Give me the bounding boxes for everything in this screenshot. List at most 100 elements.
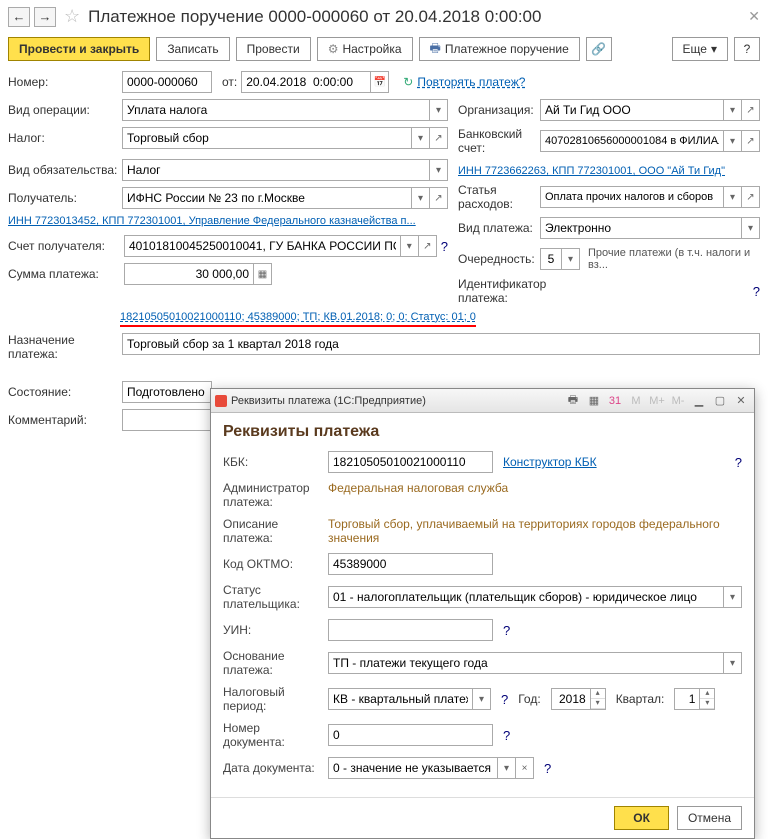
minimize-icon[interactable]: ▁ [690,393,708,409]
kbk-field[interactable] [328,451,493,473]
help-icon[interactable]: ? [753,284,760,299]
link-button[interactable]: 🔗 [586,37,612,61]
id-label: Идентификатор платежа: [458,277,558,305]
close-icon[interactable]: ✕ [748,8,760,25]
calendar-icon[interactable]: 📅 [371,71,389,93]
help-icon[interactable]: ? [441,239,448,254]
open-icon[interactable]: ↗ [742,130,760,152]
chevron-down-icon[interactable]: ▾ [724,652,742,674]
open-icon[interactable]: ↗ [742,186,760,208]
open-icon[interactable]: ↗ [430,187,448,209]
chevron-down-icon[interactable]: ▾ [724,186,742,208]
sum-label: Сумма платежа: [8,267,120,281]
repeat-link[interactable]: Повторять платеж? [417,75,525,89]
post-button[interactable]: Провести [236,37,311,61]
chevron-down-icon[interactable]: ▾ [724,99,742,121]
help-icon[interactable]: ? [503,623,510,638]
nav-back-button[interactable]: ← [8,7,30,27]
purpose-field[interactable] [122,333,760,355]
org-field[interactable] [540,99,724,121]
docnum-field[interactable] [328,724,493,746]
chevron-down-icon[interactable]: ▾ [724,130,742,152]
number-field[interactable] [122,71,212,93]
grid-icon[interactable]: ▦ [585,393,603,409]
tax-field[interactable] [122,127,412,149]
sum-field[interactable] [124,263,254,285]
liability-label: Вид обязательства: [8,163,118,177]
operation-field[interactable] [122,99,430,121]
maximize-icon[interactable]: ▢ [711,393,729,409]
printer-icon: 🖶 [430,39,441,60]
m-icon[interactable]: M [627,393,645,409]
help-icon[interactable]: ? [503,728,510,743]
print-icon[interactable]: 🖶 [564,393,582,409]
open-icon[interactable]: ↗ [430,127,448,149]
chevron-down-icon[interactable]: ▾ [412,127,430,149]
quarter-label: Квартал: [616,692,665,706]
cancel-button[interactable]: Отмена [677,806,742,830]
state-field[interactable] [122,381,212,403]
chevron-down-icon[interactable]: ▾ [430,99,448,121]
year-label: Год: [518,692,540,706]
purpose-label: Назначение платежа: [8,333,118,361]
year-spinner[interactable]: ▴▾ [591,688,606,710]
paytype-field[interactable] [540,217,742,239]
inn-link[interactable]: ИНН 7723662263, КПП 772301001, ООО "Ай Т… [458,165,725,177]
post-and-close-button[interactable]: Провести и закрыть [8,37,150,61]
nav-forward-button[interactable]: → [34,7,56,27]
bank-field[interactable] [540,130,724,152]
chevron-down-icon[interactable]: ▾ [498,757,516,779]
chevron-down-icon[interactable]: ▾ [430,159,448,181]
window-title: Платежное поручение 0000-000060 от 20.04… [88,7,744,27]
open-icon[interactable]: ↗ [419,235,437,257]
help-icon[interactable]: ? [735,455,742,470]
print-button[interactable]: 🖶Платежное поручение [419,37,580,61]
chevron-down-icon[interactable]: ▾ [473,688,491,710]
period-field[interactable] [328,688,473,710]
gear-icon: ⚙ [328,42,339,56]
desc-label: Описание платежа: [223,517,318,545]
kbk-builder-link[interactable]: Конструктор КБК [503,455,597,469]
recipient-account-field[interactable] [124,235,401,257]
uin-field[interactable] [328,619,493,641]
help-button[interactable]: ? [734,37,760,61]
settings-button[interactable]: ⚙Настройка [317,37,413,61]
chevron-down-icon[interactable]: ▾ [401,235,419,257]
expense-field[interactable] [540,186,724,208]
comment-label: Комментарий: [8,413,118,427]
m-plus-icon[interactable]: M+ [648,393,666,409]
repeat-icon[interactable]: ↻ [403,75,413,89]
bank-label: Банковский счет: [458,127,536,155]
chevron-down-icon[interactable]: ▾ [562,248,580,270]
more-button[interactable]: Еще ▾ [672,37,728,61]
comment-field[interactable] [122,409,212,431]
liability-field[interactable] [122,159,430,181]
calendar-icon[interactable]: 31 [606,393,624,409]
date-field[interactable] [241,71,371,93]
quarter-field[interactable] [674,688,700,710]
help-icon[interactable]: ? [501,692,508,707]
ok-button[interactable]: ОК [614,806,669,830]
quarter-spinner[interactable]: ▴▾ [700,688,715,710]
kbk-summary-link[interactable]: 18210505010021000110; 45389000; ТП; КВ.0… [120,311,476,327]
status-field[interactable] [328,586,724,608]
chevron-down-icon[interactable]: ▾ [742,217,760,239]
oktmo-field[interactable] [328,553,493,575]
priority-field[interactable] [540,248,562,270]
help-icon[interactable]: ? [544,761,551,776]
save-button[interactable]: Записать [156,37,229,61]
calculator-icon[interactable]: ▦ [254,263,272,285]
year-field[interactable] [551,688,591,710]
paytype-label: Вид платежа: [458,221,536,235]
chevron-down-icon[interactable]: ▾ [724,586,742,608]
treasury-link[interactable]: ИНН 7723013452, КПП 772301001, Управлени… [8,215,416,227]
close-icon[interactable]: ✕ [732,393,750,409]
docdate-field[interactable] [328,757,498,779]
clear-icon[interactable]: × [516,757,534,779]
favorite-star-icon[interactable]: ☆ [64,6,80,27]
chevron-down-icon[interactable]: ▾ [412,187,430,209]
recipient-field[interactable] [122,187,412,209]
open-icon[interactable]: ↗ [742,99,760,121]
m-minus-icon[interactable]: M- [669,393,687,409]
basis-field[interactable] [328,652,724,674]
